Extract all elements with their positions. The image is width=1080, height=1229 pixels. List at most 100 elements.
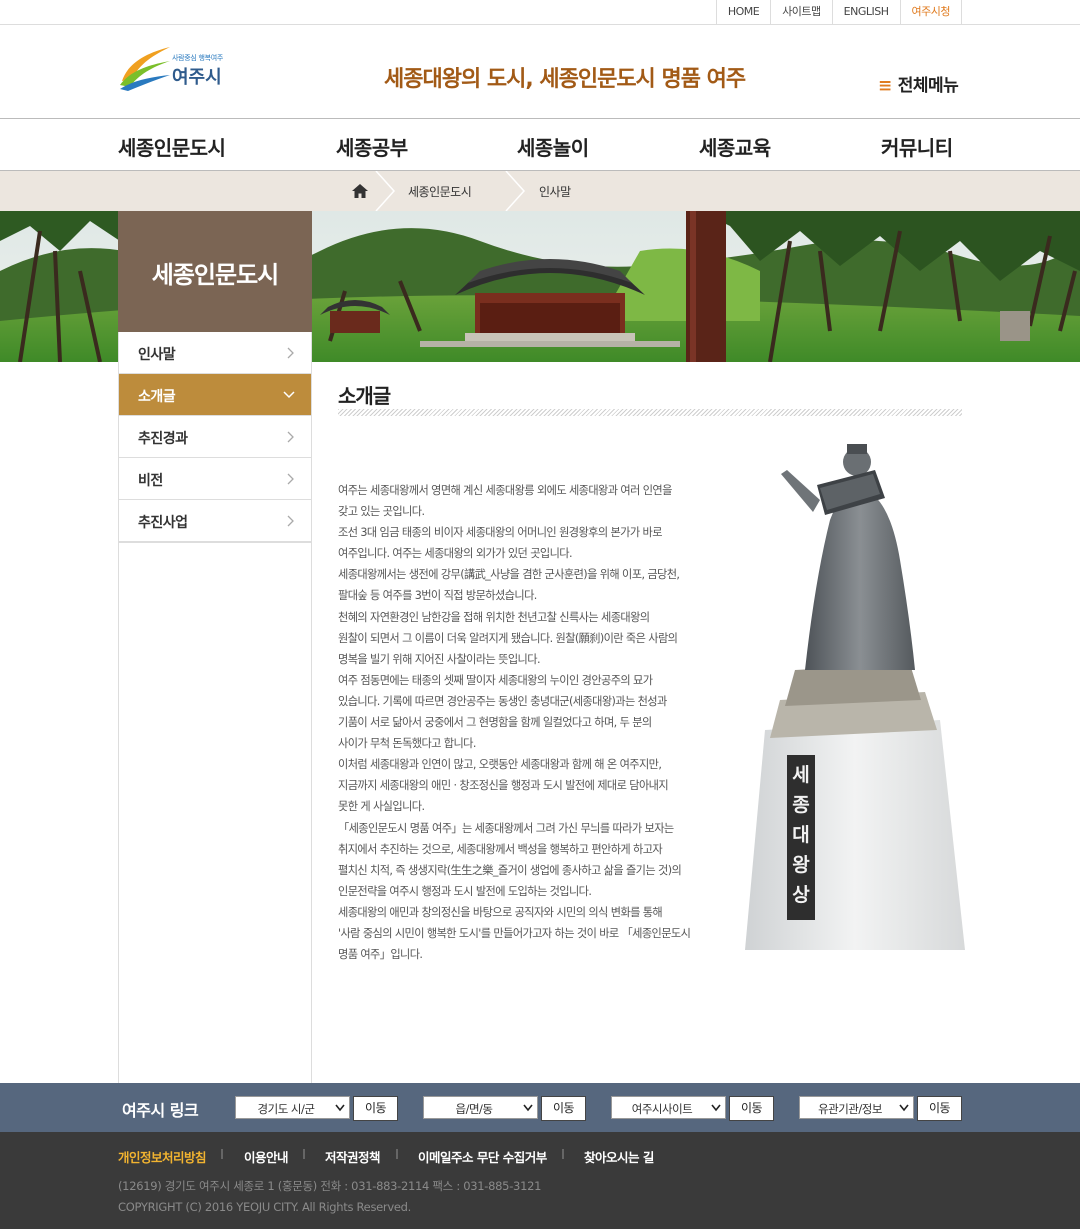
intro-line: 펼치신 치적, 즉 생생지락(生生之樂_즐거이 생업에 종사하고 삶을 즐기는 … — [338, 863, 682, 877]
intro-line: 취지에서 추진하는 것으로, 세종대왕께서 백성을 행복하고 편안하게 하고자 — [338, 842, 663, 856]
footer-copyright: COPYRIGHT (C) 2016 YEOJU CITY. All Right… — [118, 1200, 411, 1214]
chevron-down-icon — [523, 1104, 533, 1112]
select-related-agencies[interactable]: 유관기관/정보 — [799, 1096, 914, 1119]
page-title: 소개글 — [338, 384, 391, 408]
select-value: 유관기관/정보 — [818, 1102, 882, 1116]
utility-bar: HOME 사이트맵 ENGLISH 여주시청 — [0, 0, 1080, 25]
select-yeoju-sites[interactable]: 여주시사이트 — [611, 1096, 726, 1119]
select-gyeonggi-cities[interactable]: 경기도 시/군 — [235, 1096, 350, 1119]
select-value: 여주시사이트 — [631, 1102, 693, 1116]
sidebar-item-introduction[interactable]: 소개글 — [119, 374, 311, 416]
intro-line: 원찰이 되면서 그 이름이 더욱 알려지게 됐습니다. 원찰(願刹)이란 죽은 … — [338, 631, 678, 645]
intro-line: 사이가 무척 돈독했다고 합니다. — [338, 737, 476, 751]
footer-link-email-policy[interactable]: 이메일주소 무단 수집거부 — [418, 1147, 547, 1166]
all-menu-label: 전체메뉴 — [897, 76, 959, 96]
chevron-down-icon — [283, 391, 295, 399]
statue-inscription: 세종대왕상 — [792, 764, 810, 906]
intro-line: 인문전략을 여주시 행정과 도시 발전에 도입하는 것입니다. — [338, 884, 592, 898]
sidebar-border-left — [118, 362, 119, 1083]
intro-line: 명품 여주」입니다. — [338, 948, 423, 962]
main-nav: 세종인문도시 세종공부 세종놀이 세종교육 커뮤니티 — [0, 120, 1080, 171]
sidebar-menu: 인사말 소개글 추진경과 비전 추진사업 — [118, 332, 312, 543]
footer: 개인정보처리방침 이용안내 저작권정책 이메일주소 무단 수집거부 찾아오시는 … — [0, 1132, 1080, 1229]
logo-slogan: 사람중심 행복여주 — [172, 54, 224, 62]
intro-line: 여주는 세종대왕께서 영면해 계신 세종대왕릉 외에도 세종대왕과 여러 인연을 — [338, 484, 672, 497]
sejong-statue-image: 세종대왕상 — [725, 430, 970, 950]
nav-item-community[interactable]: 커뮤니티 — [881, 132, 953, 161]
intro-line: '사람 중심의 시민이 행복한 도시'를 만들어가고자 하는 것이 바로 「세종… — [338, 926, 691, 940]
intro-text: 여주는 세종대왕께서 영면해 계신 세종대왕릉 외에도 세종대왕과 여러 인연을… — [338, 480, 718, 965]
util-link-cityhall[interactable]: 여주시청 — [901, 0, 962, 25]
sidebar-item-progress[interactable]: 추진경과 — [119, 416, 311, 458]
logo-name: 여주시 — [172, 67, 222, 88]
select-value: 읍/면/동 — [455, 1102, 494, 1116]
intro-line: 이처럼 세종대왕과 인연이 많고, 오랫동안 세종대왕과 함께 해 온 여주지만… — [338, 758, 662, 772]
links-title: 여주시 링크 — [122, 1101, 199, 1120]
intro-line: 지금까지 세종대왕의 애민 · 창조정신을 행정과 도시 발전에 제대로 담아내… — [338, 779, 669, 793]
sidebar-item-label: 추진경과 — [138, 431, 188, 447]
chevron-down-icon — [711, 1104, 721, 1112]
nav-item-sejong-city[interactable]: 세종인문도시 — [118, 132, 226, 161]
intro-line: 갖고 있는 곳입니다. — [338, 505, 425, 519]
intro-line: 여주입니다. 여주는 세종대왕의 외가가 있던 곳입니다. — [338, 547, 573, 561]
related-links-bar: 여주시 링크 경기도 시/군 이동 읍/면/동 이동 여주시사이트 이동 유관기… — [0, 1083, 1080, 1132]
sidebar-item-greeting[interactable]: 인사말 — [119, 332, 311, 374]
hamburger-icon: ≡ — [878, 76, 892, 96]
breadcrumb-item-greeting[interactable]: 인사말 — [539, 183, 571, 200]
footer-link-privacy[interactable]: 개인정보처리방침 — [118, 1147, 207, 1166]
intro-line: 못한 게 사실입니다. — [338, 800, 425, 814]
sidebar-title-box: 세종인문도시 — [118, 211, 312, 332]
util-link-sitemap[interactable]: 사이트맵 — [771, 0, 833, 25]
sidebar-item-vision[interactable]: 비전 — [119, 458, 311, 500]
intro-line: 명복을 빌기 위해 지어진 사찰이라는 뜻입니다. — [338, 652, 541, 666]
intro-line: 「세종인문도시 명품 여주」는 세종대왕께서 그려 가신 무늬를 따라가 보자는 — [338, 821, 674, 835]
footer-divider — [396, 1149, 398, 1159]
sidebar-border-right — [311, 362, 312, 1083]
footer-link-guide[interactable]: 이용안내 — [244, 1147, 289, 1166]
intro-line: 있습니다. 기록에 따르면 경안공주는 동생인 충녕대군(세종대왕)과는 천성과 — [338, 694, 667, 708]
footer-link-directions[interactable]: 찾아오시는 길 — [584, 1147, 654, 1166]
chevron-right-icon — [287, 431, 294, 443]
breadcrumb-item-sejong-city[interactable]: 세종인문도시 — [408, 183, 472, 200]
intro-line: 여주 점동면에는 태종의 셋째 딸이자 세종대왕의 누이인 경안공주의 묘가 — [338, 673, 653, 687]
chevron-down-icon — [899, 1104, 909, 1112]
sidebar-item-label: 소개글 — [138, 389, 176, 405]
utility-links: HOME 사이트맵 ENGLISH 여주시청 — [715, 0, 962, 25]
util-link-english[interactable]: ENGLISH — [833, 0, 901, 25]
intro-line: 조선 3대 임금 태종의 비이자 세종대왕의 어머니인 원경왕후의 본가가 바로 — [338, 526, 663, 540]
sidebar-item-label: 비전 — [138, 473, 163, 489]
footer-link-copyright-policy[interactable]: 저작권정책 — [325, 1147, 381, 1166]
nav-item-education[interactable]: 세종교육 — [699, 132, 771, 161]
intro-line: 세종대왕의 애민과 창의정신을 바탕으로 공직자와 시민의 의식 변화를 통해 — [338, 905, 663, 919]
util-link-home[interactable]: HOME — [717, 0, 772, 25]
sidebar-item-label: 인사말 — [138, 347, 176, 363]
go-button[interactable]: 이동 — [541, 1096, 586, 1121]
intro-line: 기품이 서로 닮아서 궁중에서 그 현명함을 함께 일컬었다고 하며, 두 분의 — [338, 716, 652, 730]
go-button[interactable]: 이동 — [917, 1096, 962, 1121]
go-button[interactable]: 이동 — [729, 1096, 774, 1121]
site-slogan: 세종대왕의 도시, 세종인문도시 명품 여주 — [384, 67, 746, 92]
intro-line: 천혜의 자연환경인 남한강을 접해 위치한 천년고찰 신륵사는 세종대왕의 — [338, 610, 650, 624]
nav-item-study[interactable]: 세종공부 — [336, 132, 408, 161]
title-divider — [338, 409, 962, 416]
select-value: 경기도 시/군 — [257, 1102, 315, 1116]
chevron-right-icon — [287, 473, 294, 485]
header: 사람중심 행복여주 여주시 세종대왕의 도시, 세종인문도시 명품 여주 ≡ 전체… — [0, 25, 1080, 119]
chevron-down-icon — [335, 1104, 345, 1112]
logo-swoosh-icon — [120, 47, 170, 91]
home-icon[interactable] — [352, 184, 368, 198]
sidebar-item-label: 추진사업 — [138, 515, 188, 531]
all-menu-button[interactable]: ≡ 전체메뉴 — [878, 71, 959, 96]
footer-divider — [221, 1149, 223, 1159]
intro-line: 팔대숲 등 여주를 3번이 직접 방문하셨습니다. — [338, 589, 537, 603]
nav-item-play[interactable]: 세종놀이 — [517, 132, 589, 161]
city-logo[interactable]: 사람중심 행복여주 여주시 — [118, 41, 238, 91]
select-towns[interactable]: 읍/면/동 — [423, 1096, 538, 1119]
chevron-right-icon — [287, 515, 294, 527]
chevron-right-icon — [287, 347, 294, 359]
footer-divider — [303, 1149, 305, 1159]
footer-address: (12619) 경기도 여주시 세종로 1 (홍문동) 전화 : 031-883… — [118, 1179, 542, 1193]
sidebar-title: 세종인문도시 — [151, 261, 279, 289]
go-button[interactable]: 이동 — [353, 1096, 398, 1121]
sidebar-item-projects[interactable]: 추진사업 — [119, 500, 311, 542]
